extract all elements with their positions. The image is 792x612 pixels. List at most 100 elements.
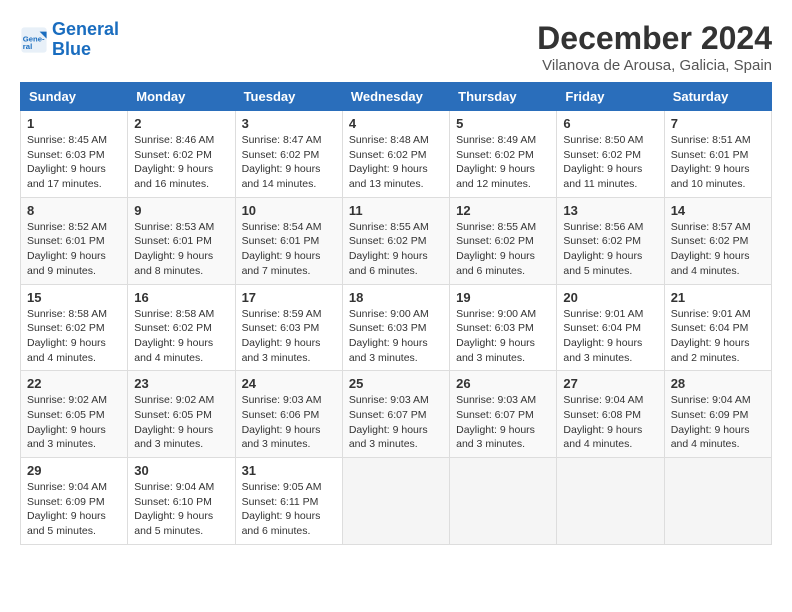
day-info: Sunrise: 9:04 AMSunset: 6:09 PMDaylight:… <box>27 480 121 539</box>
day-number: 15 <box>27 290 121 305</box>
day-header-sunday: Sunday <box>21 83 128 111</box>
day-number: 4 <box>349 116 443 131</box>
week-row: 29 Sunrise: 9:04 AMSunset: 6:09 PMDayligh… <box>21 458 772 545</box>
day-info: Sunrise: 9:01 AMSunset: 6:04 PMDaylight:… <box>671 307 765 366</box>
day-info: Sunrise: 9:04 AMSunset: 6:10 PMDaylight:… <box>134 480 228 539</box>
day-info: Sunrise: 8:58 AMSunset: 6:02 PMDaylight:… <box>27 307 121 366</box>
day-info: Sunrise: 8:54 AMSunset: 6:01 PMDaylight:… <box>242 220 336 279</box>
day-info: Sunrise: 8:45 AMSunset: 6:03 PMDaylight:… <box>27 133 121 192</box>
day-info: Sunrise: 8:55 AMSunset: 6:02 PMDaylight:… <box>349 220 443 279</box>
calendar-cell: 14 Sunrise: 8:57 AMSunset: 6:02 PMDayligh… <box>664 197 771 284</box>
day-number: 5 <box>456 116 550 131</box>
calendar-cell: 22 Sunrise: 9:02 AMSunset: 6:05 PMDayligh… <box>21 371 128 458</box>
calendar-body: 1 Sunrise: 8:45 AMSunset: 6:03 PMDaylight… <box>21 111 772 545</box>
day-number: 8 <box>27 203 121 218</box>
week-row: 22 Sunrise: 9:02 AMSunset: 6:05 PMDayligh… <box>21 371 772 458</box>
day-info: Sunrise: 8:50 AMSunset: 6:02 PMDaylight:… <box>563 133 657 192</box>
calendar-cell: 11 Sunrise: 8:55 AMSunset: 6:02 PMDayligh… <box>342 197 449 284</box>
calendar-cell: 8 Sunrise: 8:52 AMSunset: 6:01 PMDaylight… <box>21 197 128 284</box>
day-info: Sunrise: 9:03 AMSunset: 6:07 PMDaylight:… <box>349 393 443 452</box>
day-number: 25 <box>349 376 443 391</box>
calendar-cell: 6 Sunrise: 8:50 AMSunset: 6:02 PMDaylight… <box>557 111 664 198</box>
location-title: Vilanova de Arousa, Galicia, Spain <box>537 57 772 74</box>
day-info: Sunrise: 8:47 AMSunset: 6:02 PMDaylight:… <box>242 133 336 192</box>
week-row: 8 Sunrise: 8:52 AMSunset: 6:01 PMDaylight… <box>21 197 772 284</box>
week-row: 1 Sunrise: 8:45 AMSunset: 6:03 PMDaylight… <box>21 111 772 198</box>
day-number: 20 <box>563 290 657 305</box>
day-number: 21 <box>671 290 765 305</box>
day-info: Sunrise: 8:52 AMSunset: 6:01 PMDaylight:… <box>27 220 121 279</box>
day-number: 16 <box>134 290 228 305</box>
day-info: Sunrise: 8:56 AMSunset: 6:02 PMDaylight:… <box>563 220 657 279</box>
calendar-cell: 30 Sunrise: 9:04 AMSunset: 6:10 PMDayligh… <box>128 458 235 545</box>
day-info: Sunrise: 8:49 AMSunset: 6:02 PMDaylight:… <box>456 133 550 192</box>
day-number: 14 <box>671 203 765 218</box>
day-number: 30 <box>134 463 228 478</box>
day-number: 12 <box>456 203 550 218</box>
day-info: Sunrise: 8:55 AMSunset: 6:02 PMDaylight:… <box>456 220 550 279</box>
day-number: 23 <box>134 376 228 391</box>
day-info: Sunrise: 9:03 AMSunset: 6:07 PMDaylight:… <box>456 393 550 452</box>
day-info: Sunrise: 8:59 AMSunset: 6:03 PMDaylight:… <box>242 307 336 366</box>
day-number: 26 <box>456 376 550 391</box>
logo-text: General Blue <box>52 20 119 60</box>
day-info: Sunrise: 8:53 AMSunset: 6:01 PMDaylight:… <box>134 220 228 279</box>
day-info: Sunrise: 8:46 AMSunset: 6:02 PMDaylight:… <box>134 133 228 192</box>
svg-text:ral: ral <box>23 42 32 51</box>
calendar-cell: 16Sunrise: 8:58 AMSunset: 6:02 PMDayligh… <box>128 284 235 371</box>
day-number: 28 <box>671 376 765 391</box>
calendar-cell: 31Sunrise: 9:05 AMSunset: 6:11 PMDayligh… <box>235 458 342 545</box>
calendar-cell: 20 Sunrise: 9:01 AMSunset: 6:04 PMDayligh… <box>557 284 664 371</box>
day-header-friday: Friday <box>557 83 664 111</box>
calendar-cell <box>557 458 664 545</box>
calendar-cell: 12 Sunrise: 8:55 AMSunset: 6:02 PMDayligh… <box>450 197 557 284</box>
day-info: Sunrise: 8:48 AMSunset: 6:02 PMDaylight:… <box>349 133 443 192</box>
calendar-cell <box>664 458 771 545</box>
day-info: Sunrise: 9:02 AMSunset: 6:05 PMDaylight:… <box>134 393 228 452</box>
day-number: 29 <box>27 463 121 478</box>
day-info: Sunrise: 9:00 AMSunset: 6:03 PMDaylight:… <box>456 307 550 366</box>
day-info: Sunrise: 9:04 AMSunset: 6:09 PMDaylight:… <box>671 393 765 452</box>
calendar-cell: 26 Sunrise: 9:03 AMSunset: 6:07 PMDayligh… <box>450 371 557 458</box>
calendar-cell: 3 Sunrise: 8:47 AMSunset: 6:02 PMDaylight… <box>235 111 342 198</box>
calendar-cell: 27Sunrise: 9:04 AMSunset: 6:08 PMDayligh… <box>557 371 664 458</box>
day-info: Sunrise: 8:51 AMSunset: 6:01 PMDaylight:… <box>671 133 765 192</box>
day-number: 3 <box>242 116 336 131</box>
day-header-monday: Monday <box>128 83 235 111</box>
calendar-cell <box>450 458 557 545</box>
day-header-wednesday: Wednesday <box>342 83 449 111</box>
calendar-cell: 5 Sunrise: 8:49 AMSunset: 6:02 PMDaylight… <box>450 111 557 198</box>
calendar-cell: 15 Sunrise: 8:58 AMSunset: 6:02 PMDayligh… <box>21 284 128 371</box>
title-area: December 2024 Vilanova de Arousa, Galici… <box>537 20 772 74</box>
day-info: Sunrise: 9:03 AMSunset: 6:06 PMDaylight:… <box>242 393 336 452</box>
day-number: 6 <box>563 116 657 131</box>
calendar-cell: 13Sunrise: 8:56 AMSunset: 6:02 PMDayligh… <box>557 197 664 284</box>
day-number: 10 <box>242 203 336 218</box>
day-number: 2 <box>134 116 228 131</box>
day-number: 1 <box>27 116 121 131</box>
calendar-cell: 21 Sunrise: 9:01 AMSunset: 6:04 PMDayligh… <box>664 284 771 371</box>
month-title: December 2024 <box>537 20 772 57</box>
calendar-cell: 25 Sunrise: 9:03 AMSunset: 6:07 PMDayligh… <box>342 371 449 458</box>
day-number: 11 <box>349 203 443 218</box>
day-header-thursday: Thursday <box>450 83 557 111</box>
calendar-cell: 4 Sunrise: 8:48 AMSunset: 6:02 PMDaylight… <box>342 111 449 198</box>
day-info: Sunrise: 9:01 AMSunset: 6:04 PMDaylight:… <box>563 307 657 366</box>
day-header-saturday: Saturday <box>664 83 771 111</box>
calendar-cell: 10 Sunrise: 8:54 AMSunset: 6:01 PMDayligh… <box>235 197 342 284</box>
calendar-cell <box>342 458 449 545</box>
day-number: 7 <box>671 116 765 131</box>
calendar-cell: 24Sunrise: 9:03 AMSunset: 6:06 PMDayligh… <box>235 371 342 458</box>
calendar-cell: 18Sunrise: 9:00 AMSunset: 6:03 PMDayligh… <box>342 284 449 371</box>
day-number: 22 <box>27 376 121 391</box>
calendar-cell: 1 Sunrise: 8:45 AMSunset: 6:03 PMDaylight… <box>21 111 128 198</box>
day-info: Sunrise: 9:05 AMSunset: 6:11 PMDaylight:… <box>242 480 336 539</box>
calendar-cell: 7 Sunrise: 8:51 AMSunset: 6:01 PMDaylight… <box>664 111 771 198</box>
day-info: Sunrise: 8:57 AMSunset: 6:02 PMDaylight:… <box>671 220 765 279</box>
day-info: Sunrise: 9:00 AMSunset: 6:03 PMDaylight:… <box>349 307 443 366</box>
day-number: 27 <box>563 376 657 391</box>
calendar-cell: 17Sunrise: 8:59 AMSunset: 6:03 PMDayligh… <box>235 284 342 371</box>
logo-icon: Gene- ral <box>20 26 48 54</box>
calendar-cell: 9Sunrise: 8:53 AMSunset: 6:01 PMDaylight… <box>128 197 235 284</box>
day-info: Sunrise: 9:02 AMSunset: 6:05 PMDaylight:… <box>27 393 121 452</box>
